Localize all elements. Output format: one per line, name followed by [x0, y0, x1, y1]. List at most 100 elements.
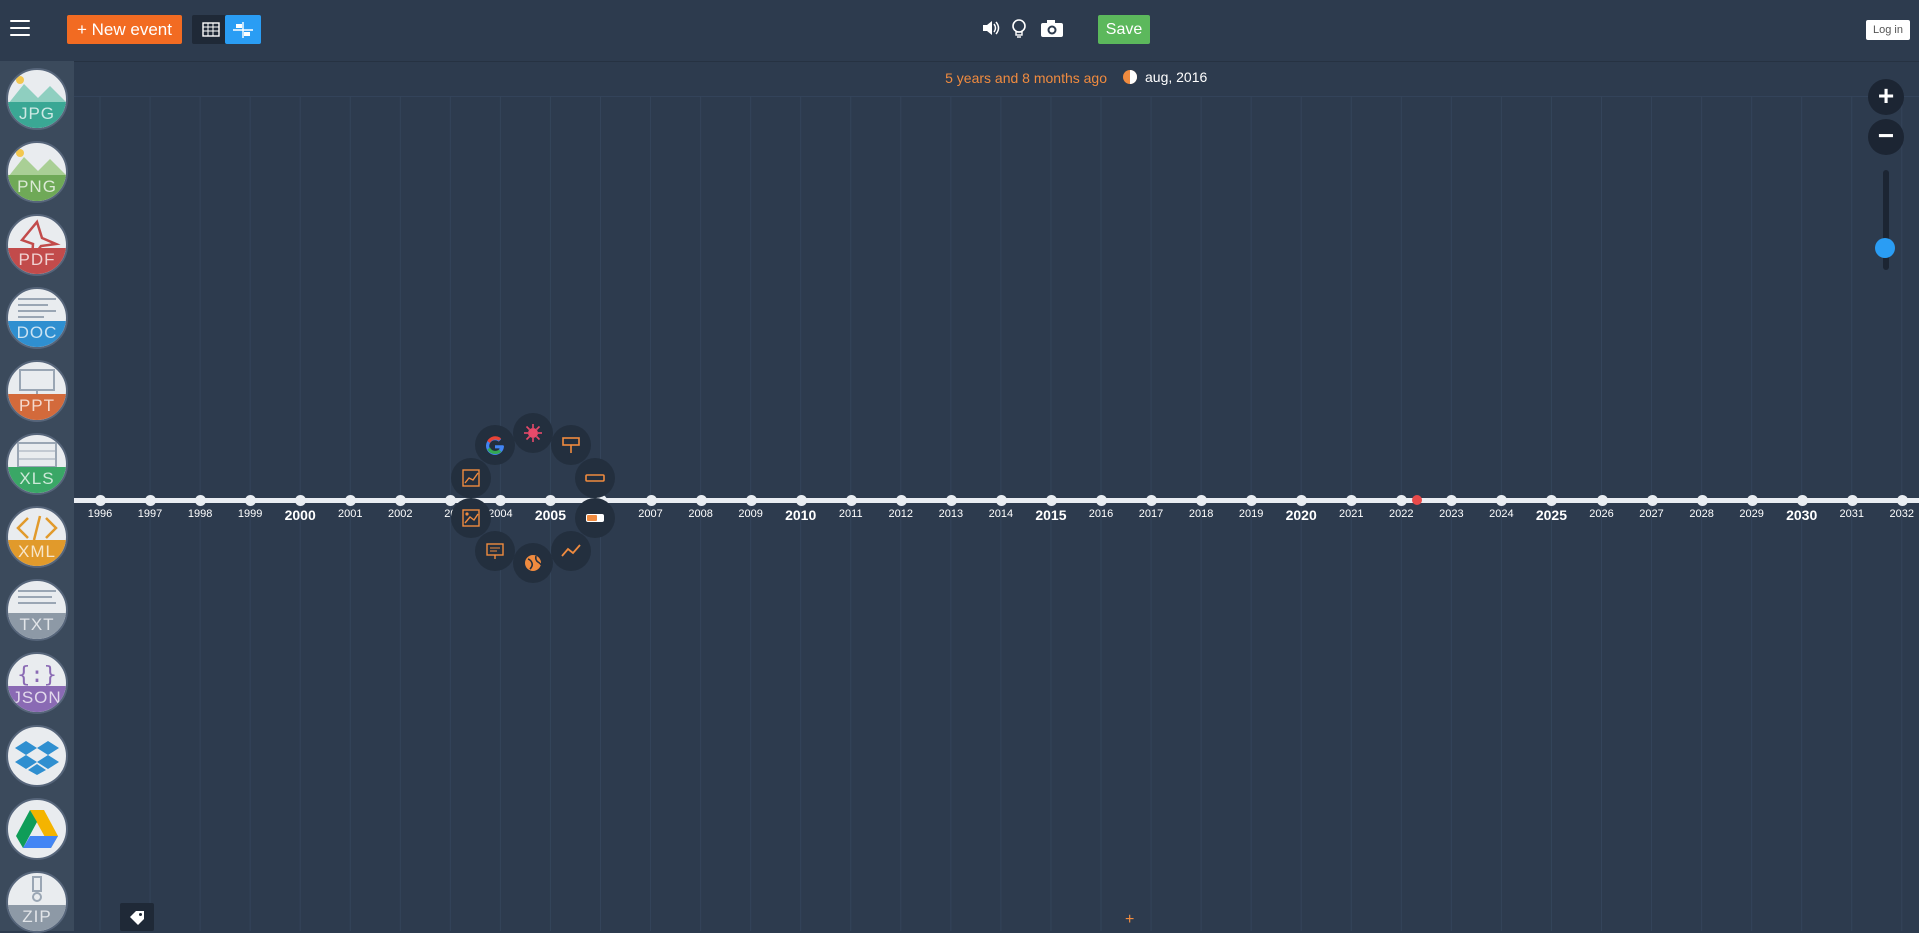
year-label: 2027	[1639, 508, 1664, 520]
year-label: 2014	[988, 508, 1014, 520]
year-label: 2010	[785, 507, 817, 523]
import-xml-button[interactable]: XML	[6, 506, 68, 568]
zoom-slider-handle[interactable]	[1875, 238, 1895, 258]
import-jpg-button[interactable]: JPG	[6, 68, 68, 130]
year-label: 2019	[1238, 508, 1264, 520]
current-date: aug, 2016	[1145, 69, 1208, 85]
year-tick	[895, 495, 907, 506]
year-label: 2029	[1739, 508, 1764, 520]
menu-icon[interactable]	[10, 20, 30, 36]
login-button[interactable]: Log in	[1866, 20, 1910, 40]
year-label: 2013	[938, 508, 964, 520]
year-label: 2020	[1285, 507, 1317, 523]
year-tick	[845, 495, 857, 506]
trend-icon[interactable]	[551, 531, 591, 571]
year-tick	[1796, 495, 1808, 506]
camera-icon[interactable]	[1040, 18, 1064, 43]
date-header: 5 years and 8 months ago	[74, 64, 1919, 97]
import-png-button[interactable]: PNG	[6, 141, 68, 203]
file-type-label: XLS	[19, 469, 55, 488]
file-type-label: XML	[18, 542, 56, 561]
year-label: 2031	[1839, 508, 1864, 520]
chart-icon[interactable]	[451, 458, 491, 498]
save-button[interactable]: Save	[1098, 15, 1150, 44]
year-tick	[1096, 495, 1107, 506]
year-label: 2001	[338, 508, 363, 520]
year-label: 2000	[284, 507, 316, 523]
globe-icon[interactable]	[513, 543, 553, 583]
file-type-label: JPG	[18, 104, 56, 123]
new-event-button[interactable]: + New event	[67, 15, 182, 44]
google-icon[interactable]	[475, 425, 515, 465]
year-tick	[145, 495, 157, 506]
year-tick	[1846, 495, 1858, 506]
top-bar: + New event Save Log in	[0, 0, 1919, 62]
import-json-button[interactable]: {:} JSON	[6, 652, 68, 714]
toggle-icon[interactable]	[575, 498, 615, 538]
year-tick	[95, 495, 106, 506]
year-label: 2005	[534, 507, 567, 523]
year-label: 2021	[1339, 508, 1364, 520]
year-tick	[1696, 495, 1708, 506]
year-label: 1996	[87, 508, 113, 520]
sound-icon[interactable]	[981, 18, 1001, 43]
virus-icon[interactable]	[513, 413, 553, 453]
import-txt-button[interactable]: TXT	[6, 579, 68, 641]
file-type-label: TXT	[19, 615, 55, 634]
presentation-icon[interactable]	[475, 531, 515, 571]
file-type-label: JSON	[12, 688, 62, 707]
year-label: 2011	[838, 508, 863, 520]
google-drive-icon	[16, 810, 58, 848]
zoom-in-button[interactable]: +	[1868, 79, 1904, 115]
import-xls-button[interactable]: XLS	[6, 433, 68, 495]
timeline-view-button[interactable]	[225, 15, 261, 44]
file-type-label: PDF	[18, 250, 56, 269]
year-tick	[1746, 495, 1758, 506]
table-view-button[interactable]	[192, 15, 228, 44]
svg-text:{:}: {:}	[17, 663, 57, 688]
image-chart-icon[interactable]	[451, 498, 491, 538]
year-label: 2002	[388, 508, 413, 520]
year-tick	[945, 495, 957, 506]
year-label: 1999	[237, 508, 263, 520]
year-label: 1997	[137, 508, 163, 520]
year-tick	[1146, 495, 1158, 506]
year-label: 2004	[488, 508, 513, 520]
now-marker	[1412, 495, 1422, 505]
dropbox-icon	[15, 741, 59, 775]
file-type-label: DOC	[16, 323, 58, 342]
import-ppt-button[interactable]: PPT	[6, 360, 68, 422]
timeline-icon	[233, 22, 253, 38]
zoom-out-button[interactable]: −	[1868, 119, 1904, 155]
signpost-icon[interactable]	[551, 425, 591, 465]
year-label: 2015	[1035, 507, 1067, 523]
rectangle-icon[interactable]	[575, 458, 615, 498]
time-ago-text: 5 years and 8 months ago	[945, 70, 1107, 86]
year-label: 2032	[1889, 508, 1915, 520]
year-label: 2025	[1535, 507, 1568, 523]
import-google-drive-button[interactable]	[6, 798, 68, 860]
import-doc-button[interactable]: DOC	[6, 287, 68, 349]
year-label: 2026	[1589, 508, 1614, 520]
import-zip-button[interactable]: ZIP	[6, 871, 68, 933]
year-label: 2008	[688, 508, 713, 520]
tag-icon	[130, 911, 144, 925]
year-label: 2016	[1088, 508, 1114, 520]
lightbulb-icon[interactable]	[1011, 18, 1027, 45]
year-tick	[1045, 495, 1057, 506]
tag-button[interactable]	[120, 903, 154, 931]
year-label: 2022	[1389, 508, 1414, 520]
year-label: 2024	[1489, 508, 1514, 520]
year-label: 2012	[888, 508, 914, 520]
year-label: 2009	[738, 508, 763, 520]
year-label: 2018	[1188, 508, 1214, 520]
file-type-label: ZIP	[22, 907, 52, 926]
file-import-sidebar: JPG PNG PDF DOC PPT XLS XML TXT {:} JSON	[0, 61, 74, 933]
year-label: 2023	[1439, 508, 1464, 520]
add-event-icon[interactable]: +	[1125, 911, 1134, 929]
file-type-label: PPT	[18, 396, 56, 415]
year-tick	[645, 495, 657, 506]
import-pdf-button[interactable]: PDF	[6, 214, 68, 276]
date-indicator-icon	[1123, 70, 1137, 84]
import-dropbox-button[interactable]	[6, 725, 68, 787]
